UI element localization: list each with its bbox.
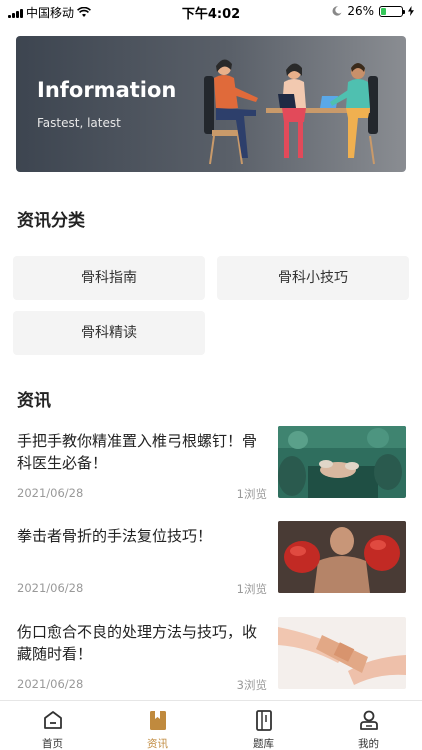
article-title[interactable]: 拳击者骨折的手法复位技巧！ (17, 525, 265, 547)
tab-label: 资讯 (147, 738, 168, 750)
status-bar: 中国移动 下午4:02 26% (0, 0, 422, 22)
tab-label: 题库 (253, 738, 274, 750)
tab-bar: 首页 资讯 题库 我的 (0, 700, 422, 750)
info-banner[interactable]: Information Fastest, latest (16, 36, 406, 172)
battery-percent: 26% (347, 4, 374, 18)
tab-label: 首页 (42, 738, 63, 750)
banner-title: Information (37, 78, 177, 102)
question-bank-icon (255, 710, 272, 731)
article-title[interactable]: 伤口愈合不良的处理方法与技巧，收藏随时看！ (17, 621, 265, 665)
article-views: 1浏览 (236, 487, 267, 501)
profile-icon (359, 710, 378, 730)
article-views: 1浏览 (236, 582, 267, 596)
article-date: 2021/06/28 (17, 486, 84, 500)
boxer-photo[interactable] (278, 521, 406, 593)
news-icon (149, 711, 166, 730)
news-article[interactable]: 手把手教你精准置入椎弓根螺钉！骨科医生必备！ 2021/06/28 1浏览 (0, 426, 422, 522)
moon-icon (332, 6, 342, 16)
banner-subtitle: Fastest, latest (37, 116, 121, 130)
tab-label: 我的 (358, 738, 379, 750)
article-date: 2021/06/28 (17, 581, 84, 595)
news-article[interactable]: 拳击者骨折的手法复位技巧！ 2021/06/28 1浏览 (0, 521, 422, 617)
battery-icon (379, 5, 405, 17)
article-title[interactable]: 手把手教你精准置入椎弓根螺钉！骨科医生必备！ (17, 430, 265, 474)
bandage-photo[interactable] (278, 617, 406, 689)
tab-home[interactable]: 首页 (0, 701, 105, 750)
tab-news[interactable]: 资讯 (105, 701, 210, 750)
categories-heading: 资讯分类 (17, 211, 85, 231)
surgery-photo[interactable] (278, 426, 406, 498)
news-article[interactable]: 伤口愈合不良的处理方法与技巧，收藏随时看！ 2021/06/28 3浏览 (0, 617, 422, 713)
charging-icon (408, 6, 414, 16)
category-button-tips[interactable]: 骨科小技巧 (217, 256, 409, 300)
news-heading: 资讯 (17, 391, 51, 411)
tab-question-bank[interactable]: 题库 (211, 701, 316, 750)
category-button-guide[interactable]: 骨科指南 (13, 256, 205, 300)
article-date: 2021/06/28 (17, 677, 84, 691)
status-right: 26% (332, 4, 414, 18)
home-icon (43, 711, 62, 729)
category-button-reading[interactable]: 骨科精读 (13, 311, 205, 355)
meeting-illustration (204, 59, 378, 165)
tab-profile[interactable]: 我的 (316, 701, 421, 750)
article-views: 3浏览 (236, 678, 267, 692)
